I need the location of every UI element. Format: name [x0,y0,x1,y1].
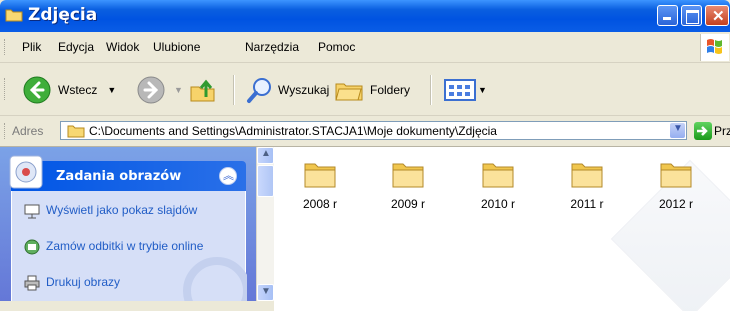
views-dropdown-icon[interactable]: ▼ [478,85,487,95]
pictures-task-icon [9,155,43,189]
minimize-button[interactable] [657,5,678,26]
folder-item[interactable]: 2012 r [646,159,706,211]
folder-name: 2008 r [302,197,338,211]
toolbar-separator [233,75,235,105]
forward-button[interactable]: ▼ [136,75,183,105]
windows-logo [700,34,729,61]
scroll-down-button[interactable]: ▼ [257,284,274,301]
task-slideshow-label: Wyświetl jako pokaz slajdów [46,203,198,217]
folder-icon [67,125,85,138]
folder-icon [482,163,514,188]
picture-tasks-header[interactable]: Zadania obrazów ︽ [11,161,246,191]
forward-dropdown-icon[interactable]: ▼ [174,85,183,95]
folder-icon [392,163,424,188]
go-button[interactable] [694,122,712,140]
address-bar: Adres C:\Documents and Settings\Administ… [0,116,730,147]
picture-tasks-list: Wyświetl jako pokaz slajdów Zamów odbitk… [11,191,247,311]
address-dropdown-button[interactable]: ▼ [670,123,685,138]
back-dropdown-icon[interactable]: ▼ [107,85,116,95]
toolbar: Wstecz ▼ ▼ Wyszukaj Foldery ▼ [0,63,730,116]
back-label: Wstecz [58,83,98,97]
order-prints-icon [24,239,40,255]
menu-grip[interactable] [4,39,8,55]
window-title: Zdjęcia [28,5,98,25]
search-button[interactable]: Wyszukaj [246,75,329,105]
close-button[interactable]: ✕ [705,5,729,26]
maximize-button[interactable] [681,5,702,26]
folder-name: 2011 r [570,197,604,211]
folder-icon [304,163,336,188]
address-grip[interactable] [4,123,8,139]
arrow-up-icon: ▲ [261,148,271,159]
menu-bar: Plik Edycja Widok Ulubione Narzędzia Pom… [0,32,730,63]
windows-flag-icon [707,39,722,54]
folder-icon [571,163,603,188]
picture-tasks-title: Zadania obrazów [56,169,182,184]
folder-item[interactable]: 2011 r [557,159,617,211]
up-folder-icon [190,79,215,102]
menu-widok[interactable]: Widok [106,40,139,54]
menu-pomoc[interactable]: Pomoc [318,40,355,54]
title-bar[interactable]: Zdjęcia ✕ [0,0,730,32]
folders-icon [335,83,363,101]
views-icon [444,79,476,101]
arrow-down-icon: ▼ [261,286,271,297]
folder-view[interactable]: 2008 r 2009 r 2010 r 2011 r 2012 r [274,147,730,311]
scroll-up-button[interactable]: ▲ [257,147,274,164]
chevron-up-icon: ︽ [223,170,234,182]
folder-name: 2010 r [480,197,516,211]
go-label[interactable]: Przejdź [714,124,730,138]
slideshow-icon [24,204,40,219]
address-path: C:\Documents and Settings\Administrator.… [89,124,497,138]
print-icon [24,275,40,291]
search-icon [247,78,271,103]
menu-plik[interactable]: Plik [22,40,41,54]
task-pane: Zadania obrazów ︽ Wyświetl jako pokaz sl… [0,147,256,311]
collapse-button[interactable]: ︽ [219,167,237,185]
search-label: Wyszukaj [278,83,330,97]
folder-item[interactable]: 2010 r [468,159,528,211]
up-folder-button[interactable] [188,75,218,105]
menu-ulubione[interactable]: Ulubione [153,40,200,54]
folder-icon [5,9,23,22]
vertical-scrollbar[interactable]: ▲ ▼ [256,147,274,301]
folder-name: 2012 r [658,197,694,211]
menu-edycja[interactable]: Edycja [58,40,94,54]
folder-icon [660,163,692,188]
toolbar-grip[interactable] [4,78,8,100]
folder-item[interactable]: 2008 r [290,159,350,211]
scroll-thumb[interactable] [257,165,274,197]
address-field[interactable]: C:\Documents and Settings\Administrator.… [60,121,687,140]
picture-tasks-panel: Zadania obrazów ︽ Wyświetl jako pokaz sl… [9,155,247,311]
explorer-window: Zdjęcia ✕ Plik Edycja Widok Ulubione Nar… [0,0,730,311]
forward-arrow-icon [137,76,165,104]
folders-button[interactable]: Foldery [334,75,410,105]
menu-narzedzia[interactable]: Narzędzia [245,40,299,54]
toolbar-separator [430,75,432,105]
status-strip [0,301,274,311]
folder-name: 2009 r [390,197,426,211]
back-button[interactable]: Wstecz ▼ [22,75,116,105]
address-label: Adres [12,124,44,138]
folders-label: Foldery [370,83,411,97]
views-button[interactable]: ▼ [444,79,487,101]
folder-item[interactable]: 2009 r [378,159,438,211]
chevron-down-icon: ▼ [673,123,683,134]
go-arrow-icon [697,126,708,136]
task-slideshow[interactable]: Wyświetl jako pokaz slajdów [24,203,216,219]
back-arrow-icon [23,76,51,104]
